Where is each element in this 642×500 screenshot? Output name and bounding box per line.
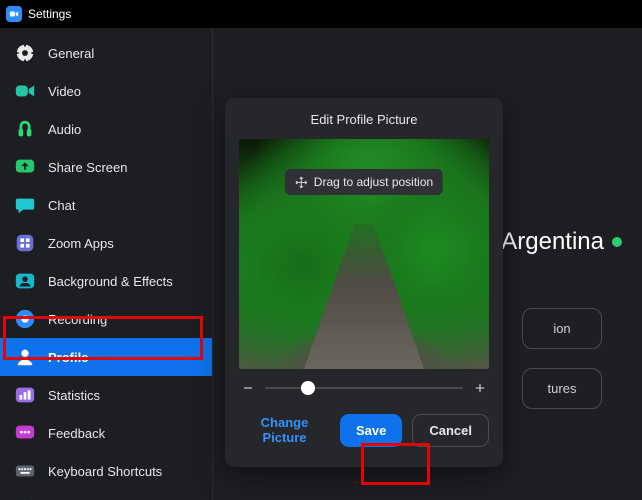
sidebar-item-label: General [48, 46, 94, 61]
sidebar-item-accessibility[interactable]: Accessibility [0, 490, 212, 500]
sidebar-item-feedback[interactable]: Feedback [0, 414, 212, 452]
image-crop-area[interactable]: Drag to adjust position [239, 139, 489, 369]
behind-button-partial[interactable]: ion [522, 308, 602, 349]
sidebar-item-zoom-apps[interactable]: Zoom Apps [0, 224, 212, 262]
share-screen-icon [14, 156, 36, 178]
profile-name-text: Argentina [501, 228, 604, 256]
profile-icon [14, 346, 36, 368]
sidebar-item-label: Keyboard Shortcuts [48, 464, 162, 479]
sidebar-item-video[interactable]: Video [0, 72, 212, 110]
chat-icon [14, 194, 36, 216]
zoom-slider-thumb[interactable] [301, 381, 315, 395]
recording-icon [14, 308, 36, 330]
minus-icon[interactable] [241, 381, 255, 395]
sidebar-item-label: Zoom Apps [48, 236, 114, 251]
sidebar-item-label: Audio [48, 122, 81, 137]
zoom-slider[interactable] [265, 381, 463, 395]
save-button[interactable]: Save [340, 414, 402, 447]
sidebar-item-label: Share Screen [48, 160, 128, 175]
change-picture-button[interactable]: Change Picture [239, 409, 330, 451]
behind-button-partial[interactable]: tures [522, 368, 602, 409]
dialog-title: Edit Profile Picture [239, 112, 489, 127]
sidebar-item-label: Background & Effects [48, 274, 173, 289]
video-icon [14, 80, 36, 102]
move-icon [295, 176, 308, 189]
sidebar-item-chat[interactable]: Chat [0, 186, 212, 224]
sidebar-item-share-screen[interactable]: Share Screen [0, 148, 212, 186]
sidebar-item-audio[interactable]: Audio [0, 110, 212, 148]
apps-icon [14, 232, 36, 254]
feedback-icon [14, 422, 36, 444]
sidebar-item-label: Chat [48, 198, 75, 213]
sidebar-item-label: Video [48, 84, 81, 99]
sidebar-item-profile[interactable]: Profile [0, 338, 212, 376]
plus-icon[interactable] [473, 381, 487, 395]
drag-tooltip-text: Drag to adjust position [314, 175, 433, 189]
app-logo-icon [6, 6, 22, 22]
sidebar-item-label: Recording [48, 312, 107, 327]
sidebar-item-statistics[interactable]: Statistics [0, 376, 212, 414]
profile-display-name: Argentina [501, 228, 622, 256]
sidebar-item-recording[interactable]: Recording [0, 300, 212, 338]
image-preview [304, 224, 424, 369]
background-icon [14, 270, 36, 292]
edit-profile-picture-dialog: Edit Profile Picture Drag to adjust posi… [225, 98, 503, 467]
cancel-button[interactable]: Cancel [412, 414, 489, 447]
audio-icon [14, 118, 36, 140]
sidebar-item-background-effects[interactable]: Background & Effects [0, 262, 212, 300]
drag-tooltip: Drag to adjust position [285, 169, 443, 195]
titlebar: Settings [0, 0, 642, 28]
zoom-slider-row [241, 381, 487, 395]
window-title: Settings [28, 7, 71, 21]
gear-icon [14, 42, 36, 64]
keyboard-icon [14, 460, 36, 482]
sidebar-item-label: Feedback [48, 426, 105, 441]
statistics-icon [14, 384, 36, 406]
presence-indicator-icon [612, 237, 622, 247]
sidebar-item-keyboard-shortcuts[interactable]: Keyboard Shortcuts [0, 452, 212, 490]
sidebar: General Video Audio Share Screen Chat Zo… [0, 28, 213, 500]
sidebar-item-label: Statistics [48, 388, 100, 403]
sidebar-item-general[interactable]: General [0, 34, 212, 72]
sidebar-item-label: Profile [48, 350, 88, 365]
